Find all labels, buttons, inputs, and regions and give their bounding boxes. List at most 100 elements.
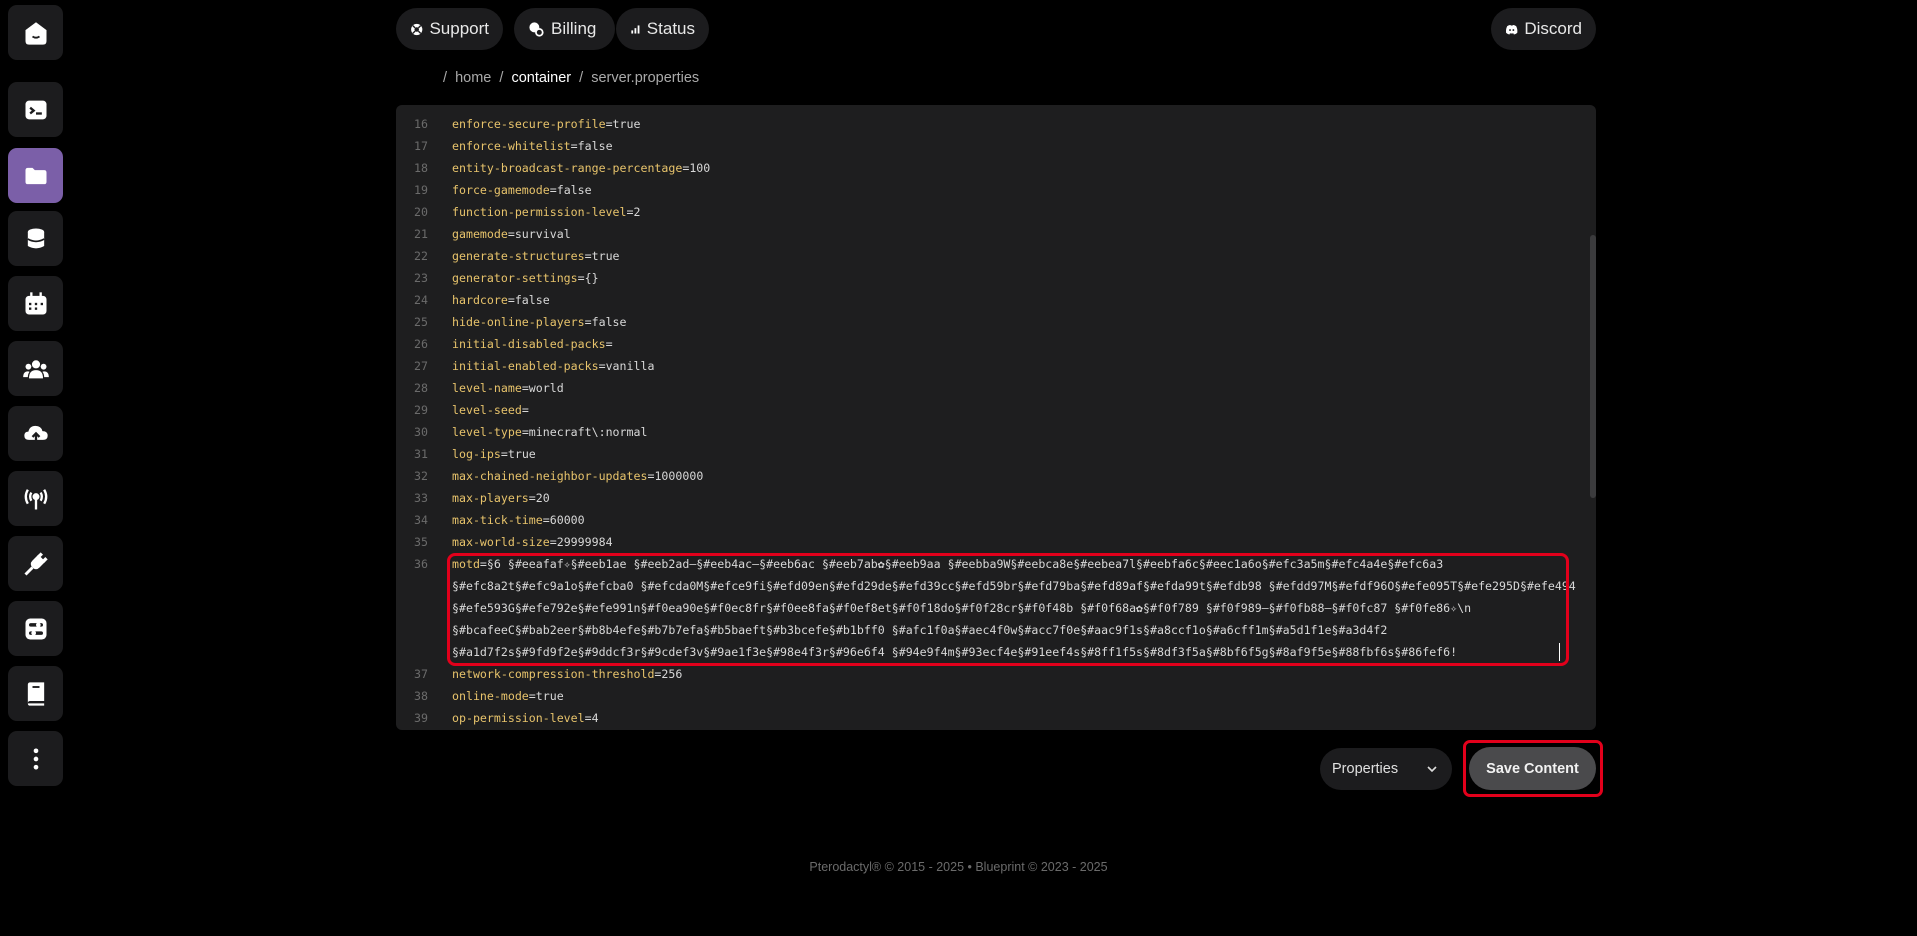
code-text: max-tick-time=60000 xyxy=(452,509,585,531)
motd-highlight-box xyxy=(447,553,1569,666)
text-cursor xyxy=(1559,643,1560,661)
equals-sign: = xyxy=(584,249,592,263)
property-value: false xyxy=(556,183,592,197)
line-number: 27 xyxy=(414,359,428,373)
property-key: generator-settings xyxy=(452,271,578,285)
code-text: initial-enabled-packs=vanilla xyxy=(452,355,654,377)
sidebar-item-backups[interactable] xyxy=(8,406,63,461)
breadcrumb-file: server.properties xyxy=(591,70,700,86)
sidebar-item-network[interactable] xyxy=(8,471,63,526)
breadcrumb-sep: / xyxy=(499,70,504,86)
terminal-icon xyxy=(25,100,46,119)
equals-sign: = xyxy=(605,337,613,351)
code-text: max-world-size=29999984 xyxy=(452,531,613,553)
breadcrumb-container[interactable]: container xyxy=(511,70,571,86)
more-vertical-icon xyxy=(33,748,38,769)
line-number: 24 xyxy=(414,293,428,307)
sidebar-item-users[interactable] xyxy=(8,341,63,396)
billing-label: Billing xyxy=(551,19,597,38)
sidebar-item-files[interactable] xyxy=(8,148,63,203)
property-value: 100 xyxy=(689,161,711,175)
property-key: hide-online-players xyxy=(452,315,585,329)
property-key: network-compression-threshold xyxy=(452,667,655,681)
code-text: enforce-whitelist=false xyxy=(452,135,613,157)
equals-sign: = xyxy=(570,139,578,153)
property-key: max-chained-neighbor-updates xyxy=(452,469,648,483)
support-label: Support xyxy=(429,19,489,38)
equals-sign: = xyxy=(584,711,592,725)
calendar-icon xyxy=(25,291,46,314)
file-mode-select[interactable]: Properties xyxy=(1320,748,1452,790)
property-key: function-permission-level xyxy=(452,205,627,219)
property-value: 4 xyxy=(591,711,599,725)
line-number: 30 xyxy=(414,425,428,439)
editor-scrollbar[interactable] xyxy=(1590,235,1596,498)
property-value: true xyxy=(591,249,620,263)
property-value: true xyxy=(535,689,564,703)
property-key: force-gamemode xyxy=(452,183,550,197)
code-text: network-compression-threshold=256 xyxy=(452,663,682,685)
property-value: false xyxy=(591,315,627,329)
line-number: 37 xyxy=(414,667,428,681)
equals-sign: = xyxy=(549,535,557,549)
sidebar-item-schedules[interactable] xyxy=(8,276,63,331)
property-value: 256 xyxy=(661,667,683,681)
line-number: 18 xyxy=(414,161,428,175)
coins-icon xyxy=(529,21,544,37)
sidebar-item-console[interactable] xyxy=(8,82,63,137)
property-value: world xyxy=(528,381,564,395)
property-key: online-mode xyxy=(452,689,529,703)
equals-sign: = xyxy=(542,513,550,527)
property-key: max-players xyxy=(452,491,529,505)
support-button[interactable]: Support xyxy=(396,8,503,50)
line-number: 16 xyxy=(414,117,428,131)
code-text: hardcore=false xyxy=(452,289,550,311)
code-text: level-type=minecraft\:normal xyxy=(452,421,647,443)
discord-button[interactable]: Discord xyxy=(1491,8,1596,50)
code-text: online-mode=true xyxy=(452,685,564,707)
plug-icon xyxy=(23,551,48,576)
chevron-down-icon xyxy=(1427,766,1437,773)
sidebar-home-logo[interactable] xyxy=(8,5,63,60)
equals-sign: = xyxy=(549,183,557,197)
line-number: 23 xyxy=(414,271,428,285)
home-logo-icon xyxy=(25,21,46,45)
sidebar-item-docs[interactable] xyxy=(8,666,63,721)
footer-copyright: Pterodactyl® © 2015 - 2025 • Blueprint ©… xyxy=(809,860,1108,874)
lifebuoy-icon xyxy=(411,23,423,35)
code-text: max-chained-neighbor-updates=1000000 xyxy=(452,465,703,487)
property-value: 29999984 xyxy=(556,535,613,549)
line-number: 28 xyxy=(414,381,428,395)
bar-chart-icon xyxy=(631,24,640,34)
property-key: op-permission-level xyxy=(452,711,585,725)
breadcrumb-sep: / xyxy=(579,70,584,86)
billing-button[interactable]: Billing xyxy=(514,8,615,50)
property-key: level-name xyxy=(452,381,522,395)
property-value: minecraft\:normal xyxy=(528,425,648,439)
line-number: 33 xyxy=(414,491,428,505)
toggle-settings-icon xyxy=(25,618,46,639)
status-label: Status xyxy=(646,19,695,38)
users-icon xyxy=(22,359,49,378)
equals-sign: = xyxy=(521,425,529,439)
equals-sign: = xyxy=(528,689,536,703)
property-key: level-type xyxy=(452,425,522,439)
line-number: 38 xyxy=(414,689,428,703)
equals-sign: = xyxy=(521,381,529,395)
folder-icon xyxy=(25,167,46,184)
book-icon xyxy=(27,681,44,706)
status-button[interactable]: Status xyxy=(616,8,709,50)
database-icon xyxy=(26,228,45,248)
sidebar-item-databases[interactable] xyxy=(8,211,63,266)
property-key: generate-structures xyxy=(452,249,585,263)
save-content-button[interactable]: Save Content xyxy=(1469,747,1596,790)
property-key: entity-broadcast-range-percentage xyxy=(452,161,683,175)
sidebar-item-more[interactable] xyxy=(8,731,63,786)
sidebar-item-settings[interactable] xyxy=(8,601,63,656)
property-value: 2 xyxy=(633,205,641,219)
code-text: level-name=world xyxy=(452,377,564,399)
code-text: op-permission-level=4 xyxy=(452,707,599,729)
breadcrumb-home[interactable]: home xyxy=(455,70,491,86)
code-text: gamemode=survival xyxy=(452,223,571,245)
sidebar-item-startup[interactable] xyxy=(8,536,63,591)
